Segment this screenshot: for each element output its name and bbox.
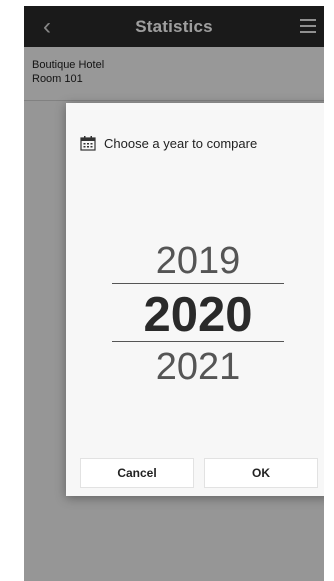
year-picker-dialog: Choose a year to compare 2019 2020 2021 … bbox=[66, 103, 324, 496]
app-screen: ‹ Statistics Boutique Hotel Room 101 Cho… bbox=[24, 6, 324, 581]
year-option-next[interactable]: 2021 bbox=[66, 344, 324, 390]
year-option-prev[interactable]: 2019 bbox=[66, 238, 324, 284]
dialog-title: Choose a year to compare bbox=[104, 135, 258, 151]
dialog-header: Choose a year to compare bbox=[80, 133, 257, 153]
year-option-selected[interactable]: 2020 bbox=[66, 282, 324, 348]
picker-divider-bottom bbox=[112, 341, 284, 342]
cancel-button[interactable]: Cancel bbox=[80, 458, 194, 488]
ok-button[interactable]: OK bbox=[204, 458, 318, 488]
calendar-icon bbox=[80, 135, 96, 151]
